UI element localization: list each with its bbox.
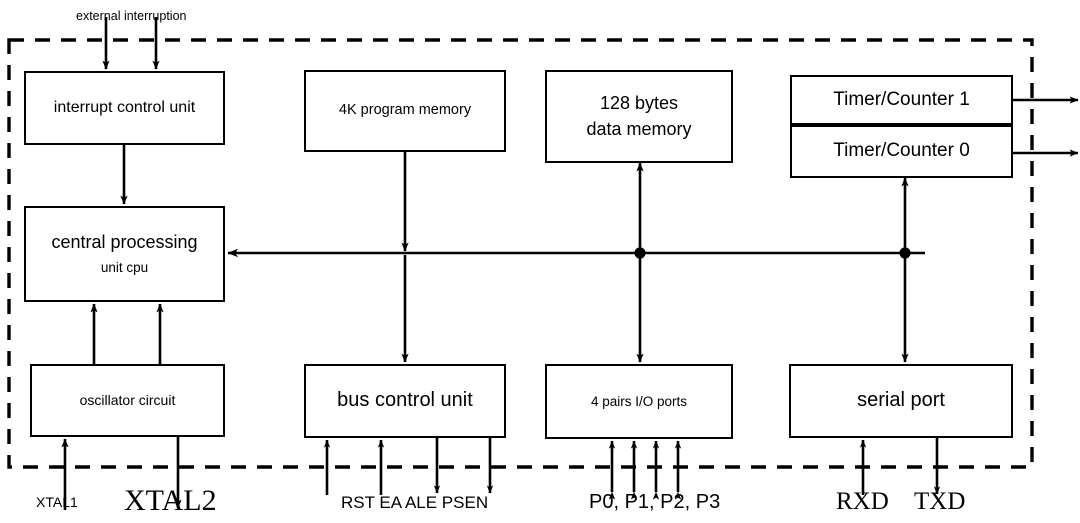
io-pins-label: P0, P1, P2, P3 bbox=[589, 491, 721, 513]
txd-label: TXD bbox=[914, 488, 966, 515]
xtal2-label: XTAL2 bbox=[124, 484, 217, 517]
io-ports-label: 4 pairs I/O ports bbox=[590, 393, 688, 409]
interrupt-control-unit-label: interrupt control unit bbox=[53, 98, 196, 116]
external-interruption-label: external interruption bbox=[76, 9, 187, 23]
oscillator-circuit-label: oscillator circuit bbox=[79, 392, 176, 409]
block-data-memory[interactable]: 128 bytes data memory bbox=[545, 70, 733, 163]
block-io-ports[interactable]: 4 pairs I/O ports bbox=[545, 364, 733, 439]
cpu-label-line1: central processing bbox=[51, 231, 198, 252]
program-memory-label: 4K program memory bbox=[338, 102, 472, 119]
block-timer-counter-1[interactable]: Timer/Counter 1 bbox=[790, 75, 1013, 125]
bus-control-unit-label: bus control unit bbox=[337, 389, 473, 412]
block-serial-port[interactable]: serial port bbox=[789, 364, 1013, 438]
block-central-processing-unit[interactable]: central processing unit cpu bbox=[24, 206, 225, 302]
serial-port-label: serial port bbox=[857, 389, 945, 412]
bus-junction-dot-data bbox=[634, 247, 646, 259]
block-oscillator-circuit[interactable]: oscillator circuit bbox=[30, 364, 225, 437]
rxd-label: RXD bbox=[836, 488, 889, 515]
cpu-label-line2: unit cpu bbox=[100, 260, 149, 276]
bus-junction-dot-timer bbox=[899, 247, 911, 259]
data-memory-label-line1: 128 bytes bbox=[599, 93, 679, 114]
data-memory-label-line2: data memory bbox=[586, 118, 692, 139]
timer-counter-1-label: Timer/Counter 1 bbox=[833, 88, 970, 110]
block-program-memory[interactable]: 4K program memory bbox=[304, 70, 506, 152]
timer-counter-0-label: Timer/Counter 0 bbox=[833, 140, 970, 162]
block-interrupt-control-unit[interactable]: interrupt control unit bbox=[24, 71, 225, 145]
xtal1-label: XTAL1 bbox=[36, 494, 78, 510]
block-diagram-canvas: interrupt control unit central processin… bbox=[0, 0, 1080, 523]
block-bus-control-unit[interactable]: bus control unit bbox=[304, 364, 506, 438]
bus-control-pins-label: RST EA ALE PSEN bbox=[341, 493, 489, 512]
block-timer-counter-0[interactable]: Timer/Counter 0 bbox=[790, 125, 1013, 178]
